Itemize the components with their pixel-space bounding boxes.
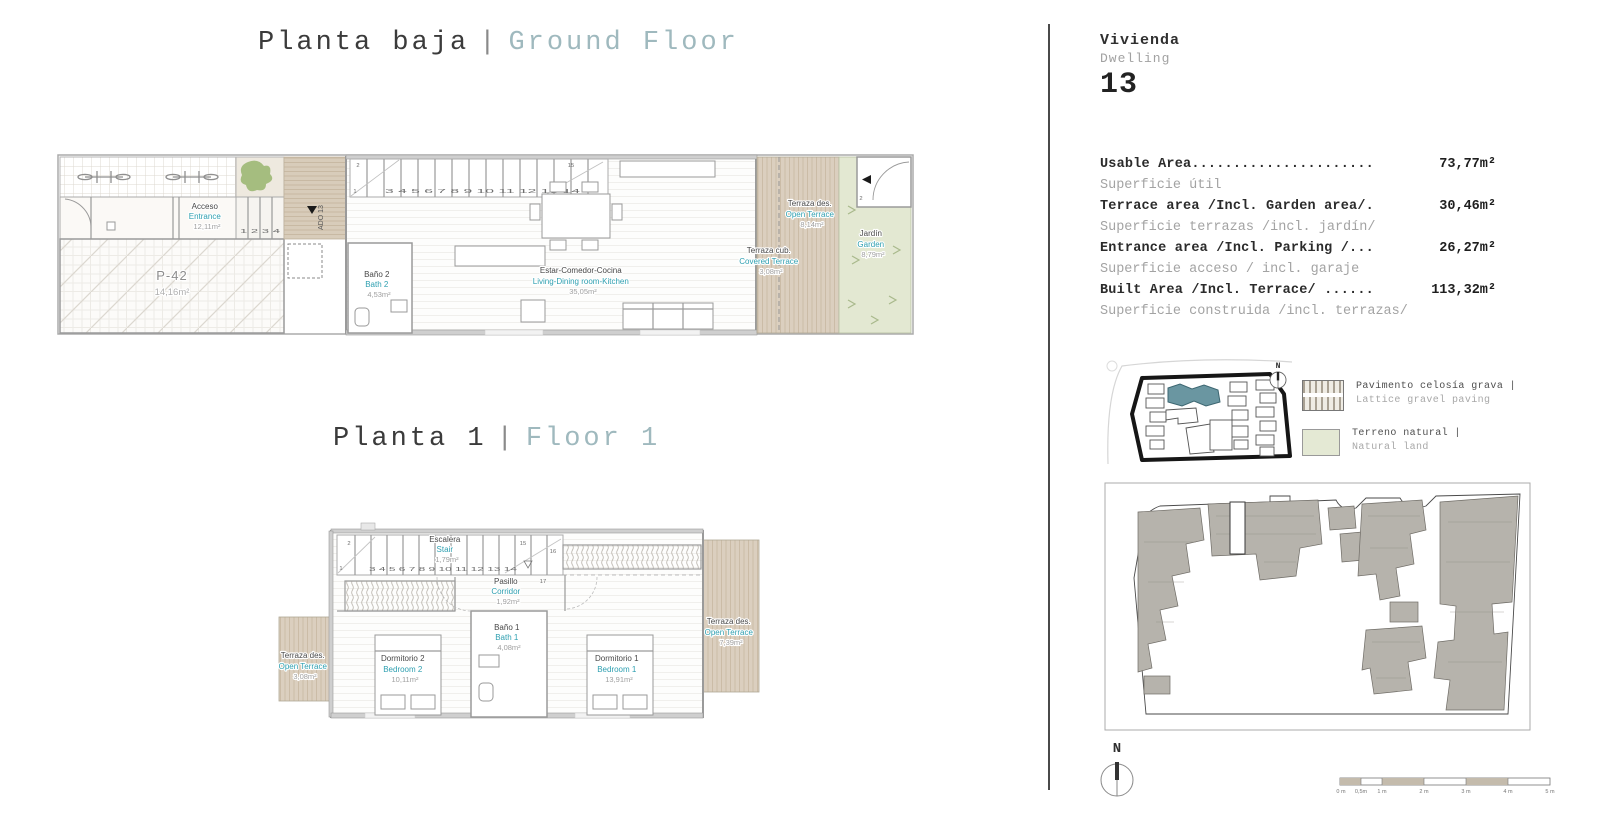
gravel-paving-swatch [1302,380,1344,411]
wardrobe-bedroom2 [345,581,455,611]
side-table [521,300,545,322]
room-label-parking: P-42 [156,268,187,283]
utility-box [288,244,322,278]
stair-number: 15 [568,163,574,169]
legend-label-es: Pavimento celosía grava | [1356,380,1516,394]
terrace-ground [757,157,839,333]
scale-tick-label: 5 m [1545,789,1555,795]
room-area-parking: 14,16m² [155,287,190,298]
scale-tick-label: 4 m [1503,789,1513,795]
stair-number: 15 [520,541,526,547]
area-label: Usable Area...................... [1100,154,1374,175]
area-label: Built Area /Incl. Terrace/ ...... [1100,280,1374,301]
dwelling-label-es: Vivienda [1100,32,1180,49]
area-sublabel: Superficie terrazas /incl. jardín/ [1100,217,1496,238]
legend-item-gravel: Pavimento celosía grava | Lattice gravel… [1302,380,1516,411]
site-plan [1104,482,1532,732]
area-value: 73,77m² [1439,154,1496,175]
window [485,330,543,335]
chimney-nub [361,523,375,530]
area-label: Terrace area /Incl. Garden area/. [1100,196,1374,217]
legend: Pavimento celosía grava | Lattice gravel… [1302,380,1516,472]
stair-number: 2 [347,541,350,547]
room-label-garden: Jardín Garden 8,79m² [857,223,888,259]
ground-floor-title-es: Planta baja [258,28,469,58]
area-value: 26,27m² [1439,238,1496,259]
legend-item-natural: Terreno natural | Natural land [1302,427,1516,456]
ground-floor-title-en: Ground Floor [508,28,738,58]
floorplan-sheet: Planta baja | Ground Floor Planta 1 | Floor … [0,0,1600,824]
title-separator: | [479,28,498,58]
scale-labels: 0 m 0,5m 1 m 2 m 3 m 4 m 5 m [1336,789,1555,795]
site-highlighted-dwelling [1230,502,1245,554]
keyplan-north-arrow: N [1270,362,1286,388]
legend-label-en: Lattice gravel paving [1356,394,1516,408]
panel-divider [1048,24,1050,790]
scale-tick-label: 2 m [1419,789,1429,795]
dwelling-header: Vivienda Dwelling 13 [1100,32,1180,102]
scale-tick-label: 0,5m [1355,789,1368,795]
stair-number: 1 [339,566,342,572]
room-label-bath1: Baño 1 Bath 1 4,08m² [494,617,524,652]
title-separator: | [497,424,516,454]
area-sublabel: Superficie acceso / incl. garaje [1100,259,1496,280]
area-row: Entrance area /Incl. Parking /... 26,27m² [1100,238,1496,259]
stair-number: 2 [356,163,359,169]
area-value: 113,32m² [1431,280,1496,301]
kitchen-island [455,246,545,266]
sink [479,655,499,667]
area-value: 30,46m² [1439,196,1496,217]
dwelling-label-en: Dwelling [1100,51,1180,66]
area-table: Usable Area...................... 73,77m²… [1100,154,1496,322]
area-row: Usable Area...................... 73,77m² [1100,154,1496,175]
ground-floor-title: Planta baja | Ground Floor [258,28,739,58]
window [640,330,700,335]
north-label: N [1113,741,1121,757]
step-number: 2 [859,196,862,202]
scale-tick-label: 0 m [1336,789,1346,795]
north-arrow: N [1084,736,1154,808]
stair-number: 1 [353,189,356,195]
stair-number: 16 [550,549,556,555]
svg-text:ADO 13: ADO 13 [318,205,325,230]
area-row: Terrace area /Incl. Garden area/. 30,46m² [1100,196,1496,217]
area-sublabel: Superficie útil [1100,175,1496,196]
toilet [479,683,493,701]
room-label-bath2: Baño 2 Bath 2 4,53m² [364,264,394,299]
north-label: N [1276,362,1281,371]
stair-number: 17 [540,579,546,585]
door-marker: ADO 13 [318,205,325,230]
area-label: Entrance area /Incl. Parking /... [1100,238,1374,259]
legend-label-en: Natural land [1352,441,1461,455]
kitchen-counter [620,161,715,177]
area-sublabel: Superficie construida /incl. terrazas/ [1100,301,1496,322]
scale-tick-label: 3 m [1461,789,1471,795]
floor1-title: Planta 1 | Floor 1 [333,424,660,454]
legend-label-es: Terreno natural | [1352,427,1461,441]
room-label-entrance: Acceso Entrance 12,11m² [189,196,225,231]
sofa [623,303,713,329]
wardrobe-bedroom1 [563,545,701,569]
stair-numbers-run: 3 4 5 6 7 8 9 10 11 12 13 14 [369,567,519,573]
area-row: Built Area /Incl. Terrace/ ...... 113,32m… [1100,280,1496,301]
dwelling-number: 13 [1100,68,1180,102]
scale-tick-label: 1 m [1377,789,1387,795]
floor1-title-es: Planta 1 [333,424,487,454]
scale-bar: 0 m 0,5m 1 m 2 m 3 m 4 m 5 m [1336,774,1562,800]
floor1-title-en: Floor 1 [526,424,660,454]
garden-entry: 2 [857,157,911,207]
entry-step-numbers: 1 2 3 4 [240,229,282,235]
access-path [284,157,346,239]
natural-land-swatch [1302,429,1340,456]
key-plan: N [1102,354,1294,464]
floor1-plan: Terraza des. Open Terrace 3,08m² Terraza… [275,505,767,727]
garage-parking [60,239,284,333]
ground-floor-plan: 1 2 3 4 P-42 14,16m² Acceso Entrance 12,… [55,148,917,340]
